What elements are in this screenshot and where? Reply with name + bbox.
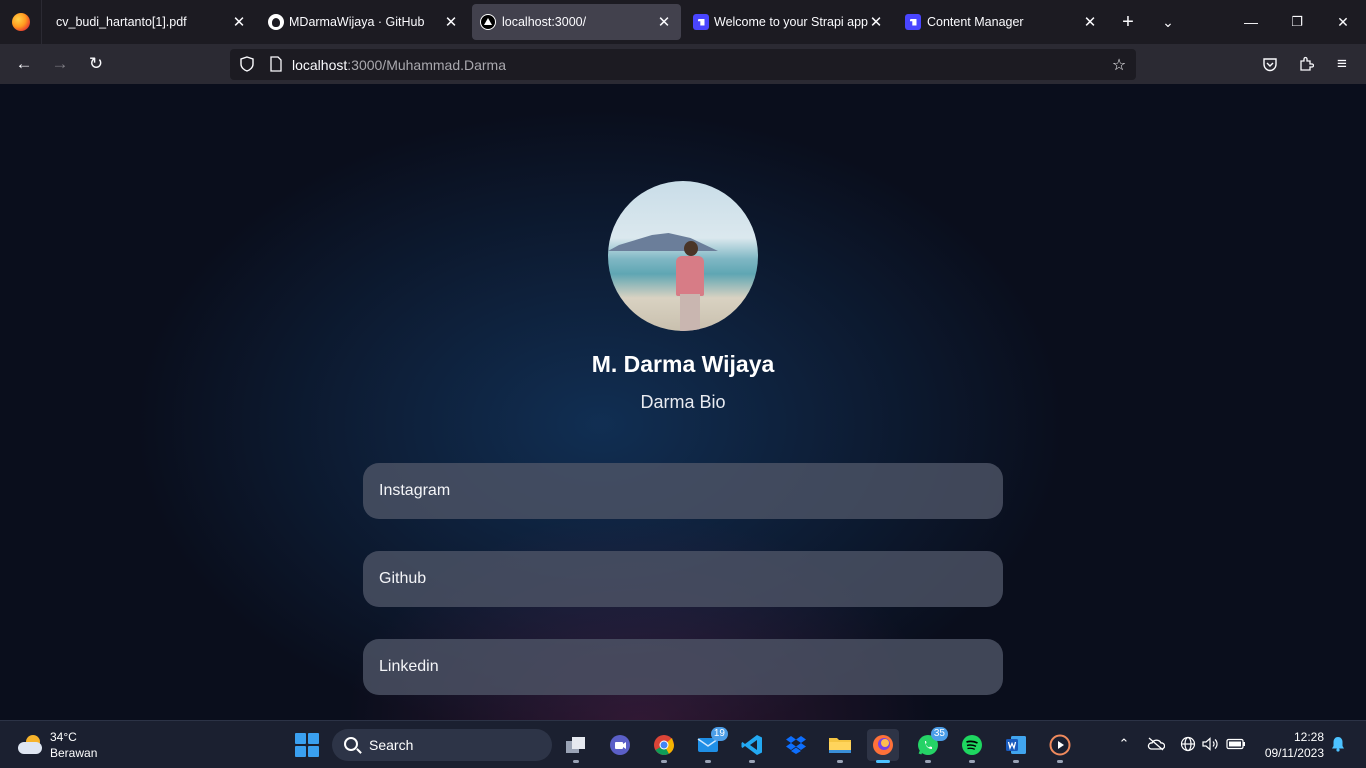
close-tab-icon[interactable]: ✕ (655, 13, 673, 31)
back-icon[interactable]: ← (10, 50, 38, 78)
tab-title: cv_budi_hartanto[1].pdf (56, 15, 187, 29)
mail-icon[interactable]: 19 (692, 727, 728, 763)
tab-title: Welcome to your Strapi app (714, 15, 869, 29)
whatsapp-icon[interactable]: 35 (912, 727, 948, 763)
chrome-icon[interactable] (648, 729, 680, 763)
page-info-icon[interactable] (267, 55, 285, 73)
close-tab-icon[interactable]: ✕ (442, 13, 460, 31)
nextjs-icon (480, 14, 496, 30)
pocket-icon[interactable] (1256, 50, 1284, 78)
avatar-person-legs (680, 294, 700, 331)
clock-date: 09/11/2023 (1264, 746, 1324, 760)
tab-cv-pdf[interactable]: cv_budi_hartanto[1].pdf ✕ (46, 4, 256, 40)
forward-icon[interactable]: → (46, 50, 74, 78)
tab-github[interactable]: MDarmaWijaya · GitHub ✕ (260, 4, 468, 40)
network-globe-icon[interactable] (1177, 733, 1199, 755)
battery-charging-icon[interactable] (1225, 733, 1247, 755)
strapi-icon (693, 14, 709, 30)
show-hidden-icons-chevron-icon[interactable]: ⌃ (1113, 733, 1135, 755)
partly-cloudy-icon (16, 735, 42, 755)
system-clock[interactable]: 12:28 09/11/2023 (1254, 729, 1324, 761)
vscode-icon[interactable] (736, 729, 768, 763)
windows-start-icon[interactable] (295, 733, 319, 757)
tab-title: Content Manager (927, 15, 1024, 29)
list-tabs-icon[interactable]: ⌄ (1155, 9, 1181, 35)
link-instagram[interactable]: Instagram (363, 463, 1003, 519)
firefox-menu-icon[interactable] (0, 0, 42, 44)
link-github[interactable]: Github (363, 551, 1003, 607)
volume-icon[interactable] (1199, 733, 1221, 755)
avatar-person-body (676, 256, 704, 296)
tab-title: localhost:3000/ (502, 15, 587, 29)
profile-bio: Darma Bio (640, 392, 726, 412)
link-label: Linkedin (379, 658, 439, 675)
clock-time: 12:28 (1293, 730, 1324, 744)
restore-icon[interactable]: ❐ (1274, 0, 1320, 44)
profile-name: M. Darma Wijaya (591, 351, 775, 377)
file-explorer-icon[interactable] (824, 729, 856, 763)
weather-condition: Berawan (50, 746, 98, 760)
dropbox-icon[interactable] (780, 729, 812, 761)
close-tab-icon[interactable]: ✕ (230, 13, 248, 31)
url-path: :3000/Muhammad.Darma (347, 57, 507, 73)
github-icon (268, 14, 284, 30)
profile-page: M. Darma Wijaya Darma Bio Instagram Gith… (0, 84, 1366, 720)
url-bar[interactable]: localhost:3000/Muhammad.Darma ☆ (230, 49, 1136, 80)
profile-avatar (608, 181, 758, 331)
link-label: Instagram (379, 482, 451, 499)
close-tab-icon[interactable]: ✕ (867, 13, 885, 31)
task-view-icon[interactable] (560, 729, 592, 763)
minimize-icon[interactable]: — (1228, 0, 1274, 44)
taskbar-search[interactable]: Search (332, 729, 552, 761)
url-host: localhost (292, 57, 348, 73)
search-icon (344, 737, 358, 751)
strapi-icon (905, 14, 921, 30)
link-linkedin[interactable]: Linkedin (363, 639, 1003, 695)
word-icon[interactable] (1000, 729, 1032, 763)
whatsapp-badge: 35 (930, 727, 948, 741)
onedrive-offline-icon[interactable] (1145, 733, 1167, 755)
tab-localhost[interactable]: localhost:3000/ ✕ (472, 4, 681, 40)
app-menu-icon[interactable]: ≡ (1328, 50, 1356, 78)
close-window-icon[interactable]: ✕ (1320, 0, 1366, 44)
firefox-icon[interactable] (867, 729, 899, 763)
link-label: Github (379, 570, 427, 587)
teams-icon[interactable] (604, 729, 636, 761)
extensions-icon[interactable] (1292, 50, 1320, 78)
weather-temperature: 34°C (50, 730, 77, 744)
avatar-mountain (608, 233, 718, 251)
windows-taskbar: 34°C Berawan Search 19 35 ⌃ 12:28 09/11/… (0, 720, 1366, 768)
reload-icon[interactable]: ↻ (82, 50, 110, 78)
notification-bell-icon[interactable] (1327, 733, 1349, 755)
close-tab-icon[interactable]: ✕ (1081, 13, 1099, 31)
tab-content-manager[interactable]: Content Manager ✕ (897, 4, 1107, 40)
search-label: Search (369, 737, 414, 753)
tab-title: MDarmaWijaya · GitHub (289, 15, 425, 29)
tracking-protection-shield-icon[interactable] (238, 55, 256, 73)
spotify-icon[interactable] (956, 729, 988, 763)
tab-strapi-welcome[interactable]: Welcome to your Strapi app ✕ (685, 4, 893, 40)
media-player-icon[interactable] (1044, 729, 1076, 763)
bookmark-star-icon[interactable]: ☆ (1108, 54, 1130, 76)
avatar-person-head (684, 241, 698, 256)
new-tab-icon[interactable]: + (1115, 9, 1141, 35)
mail-badge: 19 (710, 727, 728, 741)
url-text[interactable]: localhost:3000/Muhammad.Darma (292, 57, 506, 73)
navigation-toolbar: ← → ↻ localhost:3000/Muhammad.Darma ☆ ≡ (0, 44, 1366, 84)
browser-tab-bar: cv_budi_hartanto[1].pdf ✕ MDarmaWijaya ·… (0, 0, 1366, 44)
